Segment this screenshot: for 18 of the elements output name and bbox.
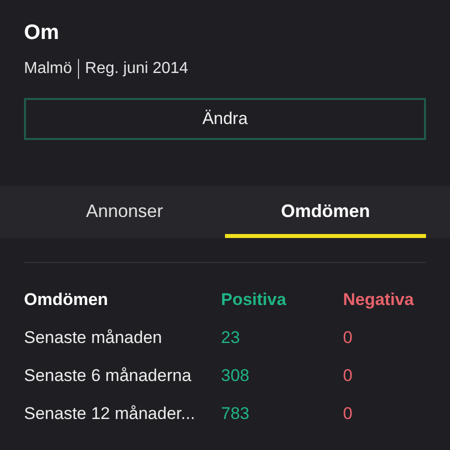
tab[interactable]: Omdömen: [225, 186, 426, 238]
period-cell-text: Senaste månaden: [24, 327, 163, 349]
positive-count: 23: [221, 327, 241, 349]
positive-count: 783: [221, 403, 250, 425]
column-header: Negativa: [343, 289, 415, 311]
section-title: Om: [24, 20, 60, 46]
negative-count: 0: [343, 365, 354, 387]
negative-count: 0: [343, 327, 354, 349]
positive-count: 308: [221, 365, 250, 387]
edit-button[interactable]: Ändra: [24, 98, 426, 140]
period-cell-text: Senaste 6 månaderna: [24, 365, 192, 387]
column-header: Positiva: [221, 289, 288, 311]
registered-date-text: Reg. juni 2014: [85, 59, 188, 79]
location-text: Malmö: [24, 59, 72, 79]
period-cell-text: Senaste 12 månader...: [24, 403, 196, 425]
tab[interactable]: Annonser: [24, 186, 225, 238]
column-header: Omdömen: [24, 289, 110, 311]
negative-count: 0: [343, 403, 354, 425]
